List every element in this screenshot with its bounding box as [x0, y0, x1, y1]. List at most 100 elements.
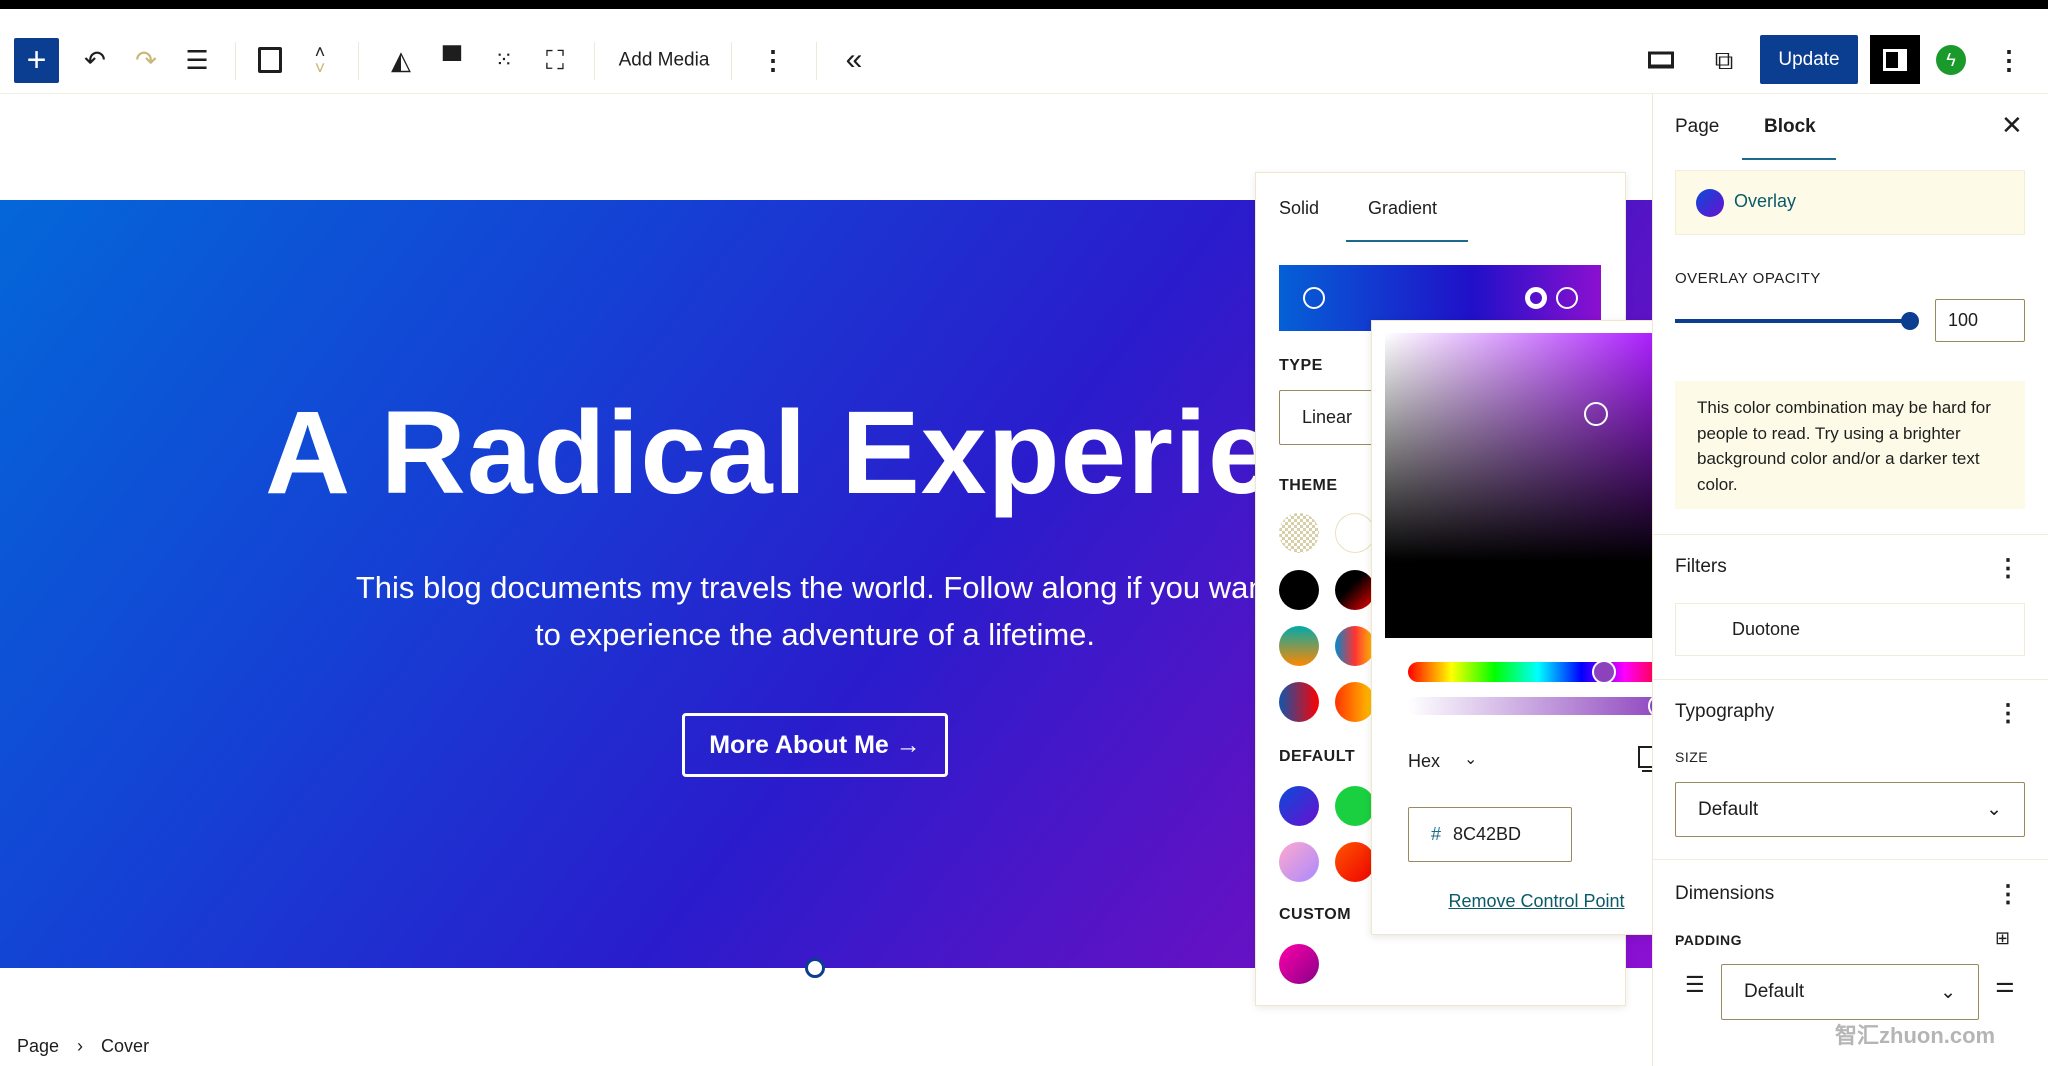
top-bar	[0, 0, 2048, 9]
active-tab-indicator	[1742, 158, 1836, 160]
grid-icon[interactable]: ⁙	[495, 49, 513, 71]
hue-slider[interactable]	[1408, 660, 1668, 684]
swatch-pink-lilac[interactable]	[1279, 842, 1319, 882]
swatch-black[interactable]	[1279, 570, 1319, 610]
padding-value: Default	[1744, 981, 1805, 1002]
more-vertical-icon[interactable]: ⋮	[760, 47, 786, 73]
overlay-opacity-slider[interactable]	[1675, 312, 1919, 330]
divider	[358, 42, 359, 80]
dimensions-options-icon[interactable]: ⋮	[1996, 880, 2020, 909]
color-picker-popover: Hex ⌄ # 8C42BD Remove Control Point	[1371, 320, 1700, 935]
theme-label: THEME	[1279, 477, 1338, 494]
plus-icon: +	[26, 41, 47, 79]
divider	[816, 42, 817, 80]
swatch-blue-red[interactable]	[1279, 682, 1319, 722]
bookmark-icon[interactable]	[258, 47, 282, 73]
contrast-warning: This color combination may be hard for p…	[1675, 381, 2025, 509]
list-view-icon[interactable]: ☰	[185, 47, 208, 73]
gradient-stop-selected[interactable]	[1525, 287, 1547, 309]
settings-panel-toggle[interactable]	[1870, 35, 1920, 84]
slider-handle[interactable]	[1901, 312, 1919, 330]
gradient-stop[interactable]	[1556, 287, 1578, 309]
hex-value: 8C42BD	[1453, 824, 1522, 844]
breadcrumb-page[interactable]: Page	[17, 1036, 59, 1057]
swatch-white[interactable]	[1335, 513, 1375, 553]
divider	[1653, 859, 2048, 860]
tab-page[interactable]: Page	[1675, 116, 1719, 138]
duotone-button[interactable]: Duotone	[1675, 603, 2025, 656]
gradient-stop[interactable]	[1303, 287, 1325, 309]
dimensions-heading: Dimensions	[1675, 883, 1775, 904]
swatch-blue-purple[interactable]	[1279, 786, 1319, 826]
active-tab-indicator	[1346, 240, 1468, 242]
sidebar-icon	[1883, 48, 1907, 71]
saturation-area[interactable]	[1385, 333, 1691, 638]
padding-side-icon: ☰	[1685, 972, 1705, 997]
add-block-button[interactable]: +	[14, 38, 59, 83]
divider	[1653, 534, 2048, 535]
typography-options-icon[interactable]: ⋮	[1996, 699, 2020, 728]
move-up-down-icon[interactable]: ˄ ˅	[315, 43, 326, 77]
redo-icon[interactable]: ↷	[135, 47, 157, 73]
fullscreen-icon[interactable]: ⛶	[546, 47, 564, 73]
swatch-transparent[interactable]	[1279, 513, 1319, 553]
padding-select[interactable]: Default ⌄	[1721, 964, 1979, 1020]
collapse-icon[interactable]: «	[846, 45, 863, 75]
jetpack-icon[interactable]: ϟ	[1936, 45, 1966, 75]
breadcrumb-separator: ›	[77, 1036, 84, 1056]
overlay-swatch	[1696, 189, 1724, 217]
laptop-icon[interactable]	[1648, 51, 1674, 69]
sliders-icon[interactable]: ⚌	[1995, 972, 2015, 998]
tab-solid[interactable]: Solid	[1279, 198, 1319, 219]
swatch-teal-orange[interactable]	[1279, 626, 1319, 666]
tab-gradient[interactable]: Gradient	[1368, 198, 1437, 219]
custom-label: CUSTOM	[1279, 906, 1352, 923]
filters-options-icon[interactable]: ⋮	[1996, 554, 2020, 583]
undo-icon[interactable]: ↶	[84, 47, 106, 73]
typography-heading: Typography	[1675, 701, 1775, 722]
watermark: 智汇zhuon.com	[1835, 1023, 1996, 1048]
chevron-down-icon: ⌄	[1940, 981, 1956, 1003]
alpha-slider[interactable]	[1408, 694, 1672, 718]
align-icon[interactable]: ▀	[443, 47, 461, 73]
external-link-icon[interactable]: ⧉	[1715, 47, 1734, 73]
divider	[594, 42, 595, 80]
options-icon[interactable]: ⋮	[1996, 47, 2022, 73]
swatch-red[interactable]	[1335, 842, 1375, 882]
chevron-down-icon[interactable]: ⌄	[1464, 749, 1477, 769]
overlay-color-row[interactable]: Overlay	[1675, 170, 2025, 235]
add-media-button[interactable]: Add Media	[619, 51, 710, 70]
hue-handle[interactable]	[1592, 660, 1616, 684]
size-label: SIZE	[1675, 749, 1709, 765]
filters-heading: Filters	[1675, 556, 1727, 577]
settings-sidebar: Page Block ✕ Overlay OVERLAY OPACITY 100…	[1652, 94, 2048, 1066]
divider	[235, 42, 236, 80]
swatch-custom-magenta[interactable]	[1279, 944, 1319, 984]
resize-handle[interactable]	[805, 958, 825, 978]
swatch-green[interactable]	[1335, 786, 1375, 826]
divider	[731, 42, 732, 80]
swatch-black-red[interactable]	[1335, 570, 1375, 610]
padding-link-icon[interactable]: ⊞	[1995, 928, 2010, 949]
padding-label: PADDING	[1675, 932, 1743, 948]
type-label: TYPE	[1279, 357, 1323, 374]
breadcrumb-cover[interactable]: Cover	[101, 1036, 149, 1057]
editor-toolbar: + ↶ ↷ ☰ ˄ ˅ ◭ ▀ ⁙ ⛶ Add Media ⋮ « ⧉ Updat…	[0, 9, 2048, 94]
tab-block[interactable]: Block	[1764, 116, 1816, 138]
contrast-icon[interactable]: ◭	[391, 47, 411, 73]
close-icon[interactable]: ✕	[2001, 110, 2023, 141]
overlay-opacity-input[interactable]: 100	[1935, 299, 2025, 342]
hex-input[interactable]: # 8C42BD	[1408, 807, 1572, 862]
swatch-rainbow[interactable]	[1335, 626, 1375, 666]
color-format-select[interactable]: Hex	[1408, 751, 1440, 772]
more-about-me-button[interactable]: More About Me →	[682, 713, 948, 777]
update-button[interactable]: Update	[1760, 35, 1858, 84]
overlay-label: Overlay	[1734, 191, 1797, 211]
swatch-orange[interactable]	[1335, 682, 1375, 722]
chevron-down-icon: ⌄	[1986, 799, 2002, 820]
font-size-select[interactable]: Default ⌄	[1675, 782, 2025, 837]
breadcrumb: Page › Cover	[17, 1036, 149, 1057]
default-label: DEFAULT	[1279, 748, 1356, 765]
hash-label: #	[1431, 824, 1442, 844]
saturation-handle[interactable]	[1584, 402, 1608, 426]
